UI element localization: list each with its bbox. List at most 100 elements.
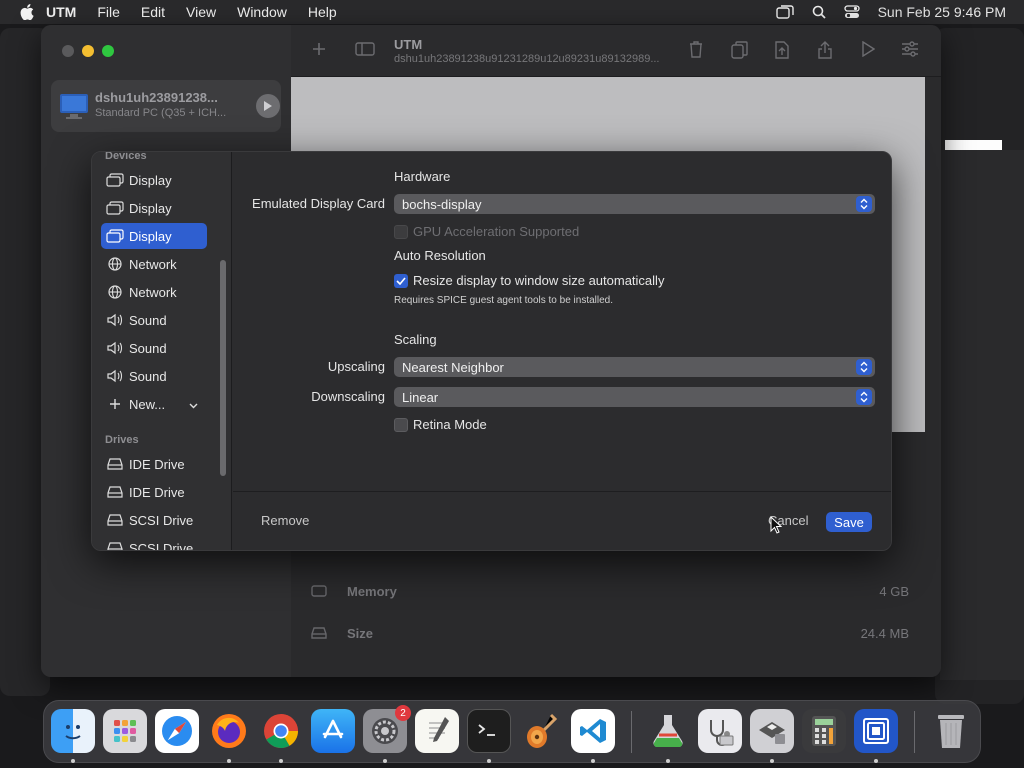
- vm-list-item[interactable]: dshu1uh23891238... Standard PC (Q35 + IC…: [51, 80, 281, 132]
- dock-running-indicator: [487, 759, 491, 763]
- vm-subtitle: Standard PC (Q35 + ICH...: [95, 107, 227, 119]
- save-button[interactable]: Save: [826, 512, 872, 532]
- dock-app-terminal[interactable]: [467, 709, 511, 753]
- window-switcher-icon[interactable]: [775, 5, 794, 19]
- new-device-label: New...: [129, 396, 166, 412]
- spotlight-search-icon[interactable]: [812, 5, 826, 19]
- resize-checkbox[interactable]: [394, 273, 408, 288]
- dock-app-system-information[interactable]: [698, 709, 742, 753]
- toolbar-subtitle: dshu1uh23891238u91231289u12u89231u891329…: [394, 53, 660, 65]
- downscaling-value: Linear: [402, 389, 439, 405]
- sidebar-item-scsi-drive-2[interactable]: SCSI Drive: [101, 535, 207, 550]
- dock-app-launchpad[interactable]: [103, 709, 147, 753]
- sidebar-item-sound-1[interactable]: Sound: [101, 307, 207, 333]
- sidebar-toggle-icon[interactable]: [355, 41, 375, 60]
- drive-icon: [101, 486, 129, 498]
- clone-icon[interactable]: [731, 41, 749, 62]
- toolbar-title: UTM: [394, 37, 423, 52]
- dock-app-garageband[interactable]: [519, 709, 563, 753]
- sidebar-item-label: Display: [129, 200, 172, 216]
- vm-name: dshu1uh23891238...: [95, 90, 218, 105]
- share-file-icon[interactable]: [775, 41, 789, 62]
- dock-app-disk-utility[interactable]: [646, 709, 690, 753]
- memory-label: Memory: [347, 583, 397, 599]
- retina-checkbox[interactable]: [394, 417, 408, 432]
- notification-badge: 2: [395, 705, 411, 721]
- memory-value: 4 GB: [879, 583, 909, 599]
- disk-icon: [291, 627, 347, 639]
- apple-menu-icon[interactable]: [10, 4, 46, 20]
- minimize-button[interactable]: [82, 45, 94, 57]
- sidebar-item-sound-2[interactable]: Sound: [101, 335, 207, 361]
- retina-checkbox-row[interactable]: Retina Mode: [394, 417, 487, 432]
- drive-icon: [101, 514, 129, 526]
- dock-app-system-settings[interactable]: 2: [363, 705, 411, 753]
- dock-app-calculator[interactable]: [802, 709, 846, 753]
- sidebar-item-ide-drive-2[interactable]: IDE Drive: [101, 479, 207, 505]
- menu-clock[interactable]: Sun Feb 25 9:46 PM: [878, 4, 1006, 20]
- dock-app-textedit[interactable]: [415, 709, 459, 753]
- dock-app-trash[interactable]: [929, 709, 973, 753]
- remove-button[interactable]: Remove: [261, 513, 309, 528]
- dock-app-firefox[interactable]: [207, 709, 251, 753]
- sidebar-item-sound-3[interactable]: Sound: [101, 363, 207, 389]
- run-icon[interactable]: [861, 40, 876, 60]
- add-icon[interactable]: [311, 41, 327, 60]
- sidebar-item-display-2[interactable]: Display: [101, 195, 207, 221]
- dock-running-indicator: [770, 759, 774, 763]
- menu-window[interactable]: Window: [237, 4, 287, 20]
- chevron-down-icon: [189, 397, 198, 412]
- dock-app-utm[interactable]: [854, 709, 898, 753]
- dock-app-chrome[interactable]: [259, 709, 303, 753]
- dialog-sidebar: Devices Display Display Display Network …: [92, 152, 232, 550]
- display-card-value: bochs-display: [402, 196, 482, 212]
- menu-edit[interactable]: Edit: [141, 4, 165, 20]
- menu-app-utm[interactable]: UTM: [46, 4, 76, 20]
- sidebar-item-network-2[interactable]: Network: [101, 279, 207, 305]
- new-device-button[interactable]: New...: [101, 391, 207, 417]
- upscaling-select[interactable]: Nearest Neighbor: [394, 357, 875, 377]
- display-icon: [101, 173, 129, 187]
- dock-app-boot-camp[interactable]: [750, 709, 794, 753]
- dock-running-indicator: [666, 759, 670, 763]
- settings-sliders-icon[interactable]: [901, 41, 919, 60]
- sidebar-item-ide-drive-1[interactable]: IDE Drive: [101, 451, 207, 477]
- dock-app-vscode[interactable]: [571, 709, 615, 753]
- share-icon[interactable]: [817, 41, 833, 62]
- dock-app-finder[interactable]: [51, 709, 95, 753]
- trash-icon[interactable]: [689, 41, 703, 61]
- globe-icon: [101, 257, 129, 271]
- dock-running-indicator: [874, 759, 878, 763]
- resize-label: Resize display to window size automatica…: [413, 273, 665, 288]
- sidebar-item-label: Sound: [129, 312, 167, 328]
- sidebar-item-display-1[interactable]: Display: [101, 167, 207, 193]
- dock-app-app-store[interactable]: [311, 709, 355, 753]
- sidebar-item-display-3[interactable]: Display: [101, 223, 207, 249]
- gpu-accel-checkbox[interactable]: [394, 224, 408, 239]
- sidebar-scrollbar[interactable]: [220, 260, 226, 476]
- close-button[interactable]: [62, 45, 74, 57]
- gpu-accel-checkbox-row[interactable]: GPU Acceleration Supported: [394, 224, 579, 239]
- display-card-label: Emulated Display Card: [252, 196, 385, 211]
- display-card-select[interactable]: bochs-display: [394, 194, 875, 214]
- downscaling-select[interactable]: Linear: [394, 387, 875, 407]
- zoom-button[interactable]: [102, 45, 114, 57]
- drive-icon: [101, 542, 129, 550]
- resize-checkbox-row[interactable]: Resize display to window size automatica…: [394, 273, 664, 288]
- gpu-accel-label: GPU Acceleration Supported: [413, 224, 580, 239]
- play-icon[interactable]: [256, 94, 280, 118]
- sidebar-item-network-1[interactable]: Network: [101, 251, 207, 277]
- dock-app-safari[interactable]: [155, 709, 199, 753]
- menu-file[interactable]: File: [97, 4, 120, 20]
- memory-icon: [291, 585, 347, 597]
- menu-view[interactable]: View: [186, 4, 216, 20]
- display-icon: [101, 201, 129, 215]
- menu-help[interactable]: Help: [308, 4, 337, 20]
- control-center-icon[interactable]: [843, 5, 860, 19]
- sidebar-item-label: SCSI Drive: [129, 512, 194, 528]
- sidebar-item-scsi-drive-1[interactable]: SCSI Drive: [101, 507, 207, 533]
- sidebar-item-label: Display: [129, 172, 172, 188]
- dock-separator: [631, 711, 632, 753]
- dock-running-indicator: [279, 759, 283, 763]
- dock-running-indicator: [227, 759, 231, 763]
